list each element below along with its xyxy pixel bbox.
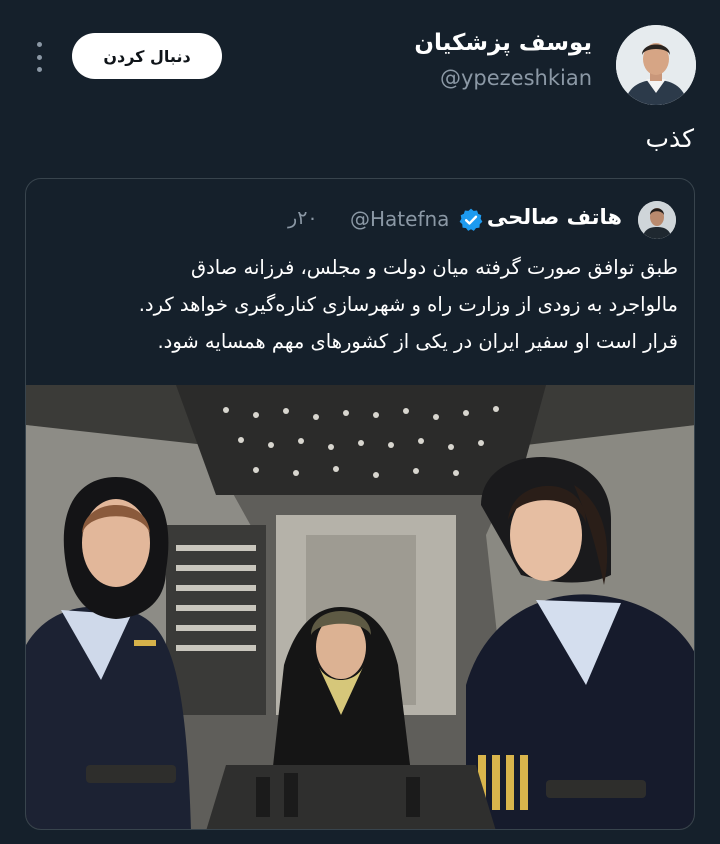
quoted-text-line: مالواجرد به زودی از وزارت راه و شهرسازی … bbox=[138, 293, 678, 316]
tweet-photo[interactable] bbox=[26, 385, 694, 829]
quoted-text-line: طبق توافق صورت گرفته میان دولت و مجلس، ف… bbox=[190, 256, 678, 279]
quoted-author-avatar[interactable] bbox=[638, 201, 676, 239]
quoted-author-handle[interactable]: @Hatefna bbox=[350, 207, 449, 231]
author-avatar[interactable] bbox=[616, 25, 696, 105]
author-handle[interactable]: @ypezeshkian bbox=[440, 66, 592, 90]
more-options-icon[interactable] bbox=[30, 42, 48, 72]
quoted-author-name[interactable]: هاتف صالحی bbox=[487, 205, 622, 229]
quoted-text-line: قرار است او سفیر ایران در یکی از کشورهای… bbox=[157, 330, 678, 353]
author-name[interactable]: یوسف پزشکیان bbox=[414, 30, 592, 56]
tweet-header: یوسف پزشکیان @ypezeshkian دنبال کردن bbox=[0, 0, 720, 120]
quoted-timestamp[interactable]: ۲۰ر bbox=[288, 207, 318, 229]
quoted-tweet-text: طبق توافق صورت گرفته میان دولت و مجلس، ف… bbox=[38, 249, 678, 360]
quoted-tweet[interactable]: هاتف صالحی @Hatefna ۲۰ر طبق توافق صورت گ… bbox=[25, 178, 695, 830]
follow-button[interactable]: دنبال کردن bbox=[72, 33, 222, 79]
verified-badge-icon bbox=[458, 207, 484, 233]
tweet-text: کذب bbox=[645, 124, 694, 153]
